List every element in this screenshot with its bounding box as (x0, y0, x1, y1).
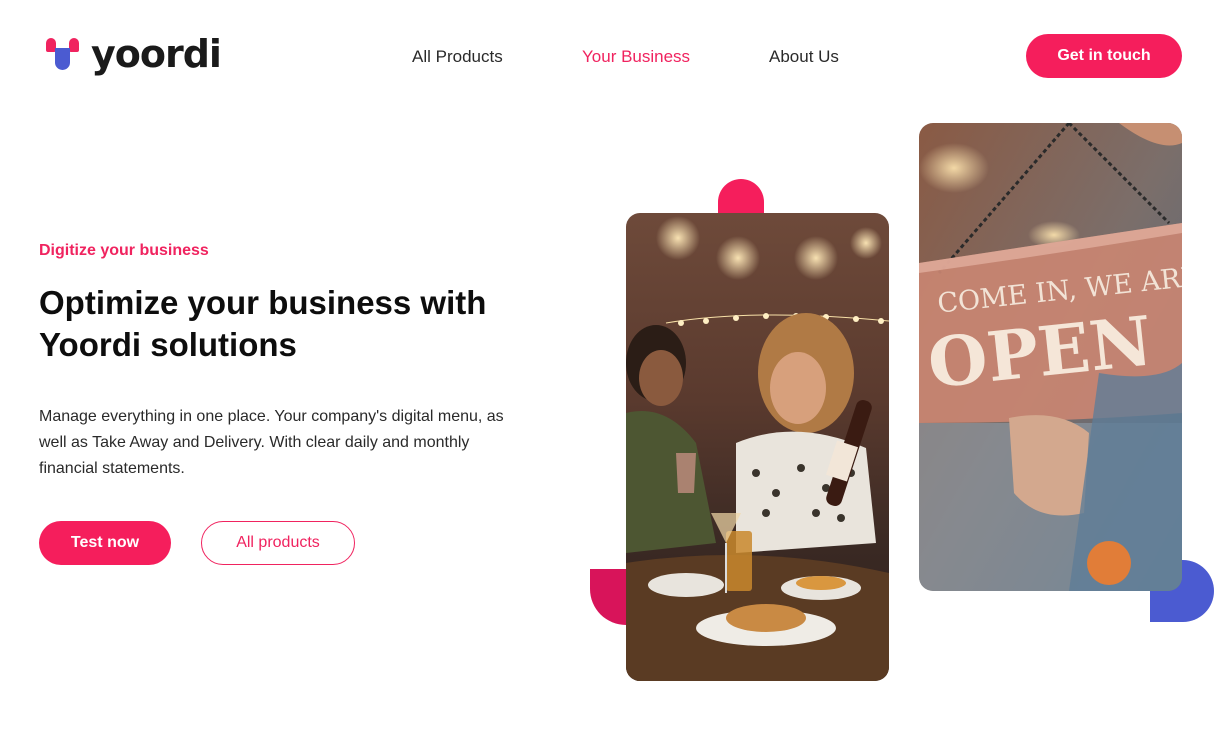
hero-headline: Optimize your business with Yoordi solut… (39, 284, 487, 363)
hero-eyebrow: Digitize your business (39, 242, 209, 259)
test-now-button[interactable]: Test now (39, 521, 171, 565)
nav-all-products[interactable]: All Products (412, 45, 503, 69)
get-in-touch-button[interactable]: Get in touch (1026, 34, 1182, 78)
open-sign-photo: COME IN, WE ARE OPEN (919, 123, 1182, 591)
all-products-button[interactable]: All products (201, 521, 355, 565)
restaurant-friends-photo (626, 213, 889, 681)
hero-description: Manage everything in one place. Your com… (39, 408, 504, 477)
nav-about-us[interactable]: About Us (769, 45, 839, 69)
nav-your-business[interactable]: Your Business (582, 45, 690, 69)
